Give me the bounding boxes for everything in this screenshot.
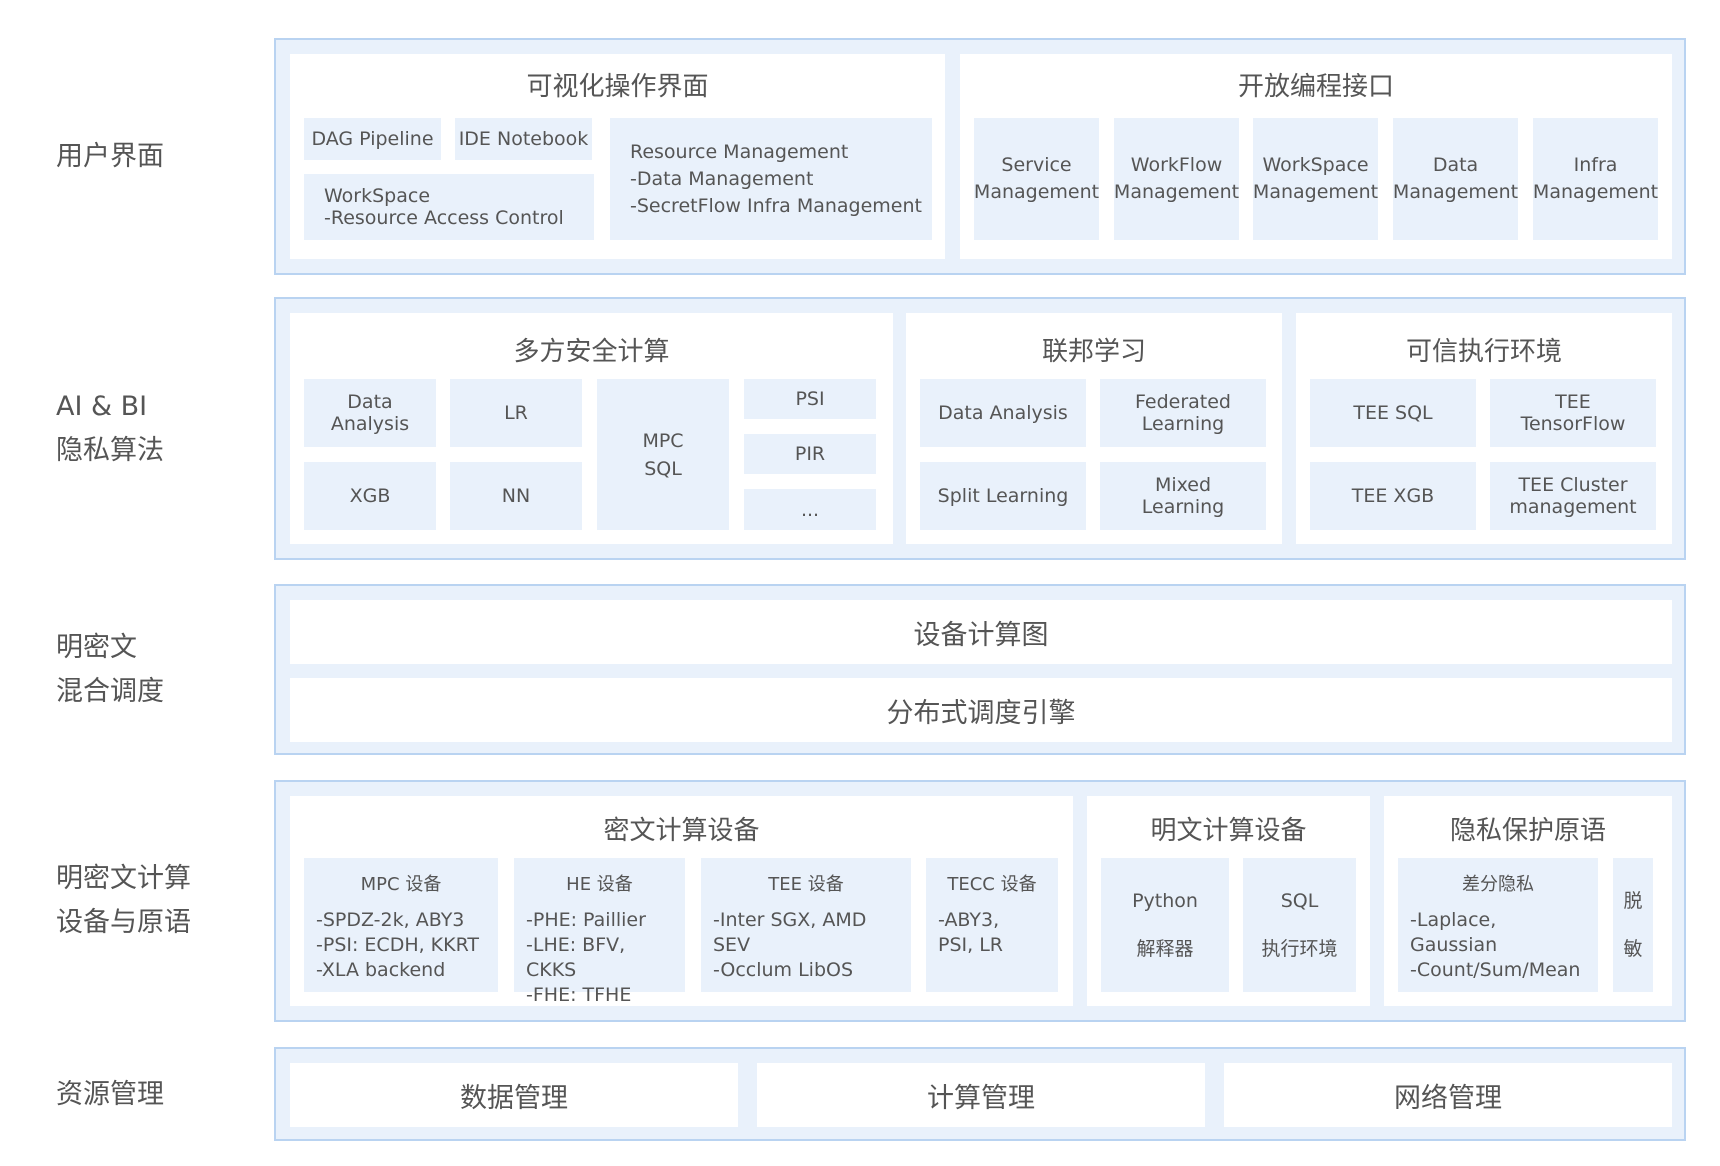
box-split-learning: Split Learning [920, 462, 1086, 530]
box-tee-sql: TEE SQL [1310, 379, 1476, 447]
box-resource-management: Resource Management -Data Management -Se… [610, 118, 932, 240]
box-compute-manage: 计算管理 [757, 1063, 1205, 1127]
device-lines: -PHE: Paillier -LHE: BFV, CKKS -FHE: TFH… [526, 909, 646, 1006]
band-devices: 密文计算设备 MPC 设备 -SPDZ-2k, ABY3 -PSI: ECDH,… [274, 780, 1686, 1022]
panel-title: 明文计算设备 [1150, 816, 1307, 846]
panel-visual-ui: 可视化操作界面 DAG Pipeline IDE Notebook WorkSp… [290, 54, 945, 259]
box-mpc-device: MPC 设备 -SPDZ-2k, ABY3 -PSI: ECDH, KKRT -… [304, 858, 498, 992]
panel-title: 可视化操作界面 [526, 72, 709, 102]
box-workflow-management: WorkFlow Management [1114, 118, 1239, 240]
device-title: HE 设备 [566, 874, 633, 895]
device-title: MPC 设备 [360, 874, 442, 895]
panel-plain-devices: 明文计算设备 Python 解释器 SQL 执行环境 [1087, 796, 1370, 1006]
device-title: 差分隐私 [1462, 874, 1534, 895]
box-data-manage: 数据管理 [290, 1063, 738, 1127]
band-resource: 数据管理 计算管理 网络管理 [274, 1047, 1686, 1141]
device-title: TEE 设备 [768, 874, 844, 895]
box-scheduling-engine: 分布式调度引擎 [290, 678, 1672, 742]
panel-title: 开放编程接口 [1237, 72, 1394, 102]
box-tee-device: TEE 设备 -Inter SGX, AMD SEV -Occlum LibOS [701, 858, 911, 992]
row-label-devices: 明密文计算 设备与原语 [56, 863, 191, 938]
panel-privacy-primitives: 隐私保护原语 差分隐私 -Laplace, Gaussian -Count/Su… [1384, 796, 1672, 1006]
box-fl-data-analysis: Data Analysis [920, 379, 1086, 447]
box-workspace-management: WorkSpace Management [1253, 118, 1378, 240]
panel-title: 联邦学习 [1041, 337, 1146, 367]
device-title: TECC 设备 [947, 874, 1037, 895]
band-scheduling: 设备计算图 分布式调度引擎 [274, 584, 1686, 755]
panel-federated-learning: 联邦学习 Data Analysis Federated Learning Sp… [906, 313, 1282, 544]
row-label-ai-bi: AI & BI 隐私算法 [56, 391, 164, 466]
box-tecc-device: TECC 设备 -ABY3, PSI, LR [926, 858, 1058, 992]
band-algorithms: 多方安全计算 Data Analysis LR XGB NN MPC SQL P… [274, 297, 1686, 560]
box-desensitization: 脱 敏 [1613, 858, 1653, 992]
box-workspace: WorkSpace -Resource Access Control [304, 174, 594, 240]
box-nn: NN [450, 462, 582, 530]
box-psi: PSI [744, 379, 876, 419]
panel-title: 密文计算设备 [603, 816, 760, 846]
box-ide-notebook: IDE Notebook [455, 118, 592, 160]
box-data-analysis: Data Analysis [304, 379, 436, 447]
box-python: Python 解释器 [1101, 858, 1229, 992]
box-dag-pipeline: DAG Pipeline [304, 118, 441, 160]
panel-title: 多方安全计算 [513, 337, 670, 367]
box-infra-management: Infra Management [1533, 118, 1658, 240]
device-lines: -Laplace, Gaussian -Count/Sum/Mean [1410, 909, 1581, 981]
box-mpc-sql: MPC SQL [597, 379, 729, 530]
box-tee-cluster: TEE Cluster management [1490, 462, 1656, 530]
row-label-scheduling: 明密文 混合调度 [56, 632, 164, 707]
box-more: ... [744, 489, 876, 530]
panel-title: 可信执行环境 [1405, 337, 1562, 367]
row-label-resource: 资源管理 [56, 1079, 164, 1110]
panel-mpc: 多方安全计算 Data Analysis LR XGB NN MPC SQL P… [290, 313, 893, 544]
box-he-device: HE 设备 -PHE: Paillier -LHE: BFV, CKKS -FH… [514, 858, 685, 1006]
box-service-management: Service Management [974, 118, 1099, 240]
box-differential-privacy: 差分隐私 -Laplace, Gaussian -Count/Sum/Mean [1398, 858, 1598, 992]
box-mixed-learning: Mixed Learning [1100, 462, 1266, 530]
box-tee-xgb: TEE XGB [1310, 462, 1476, 530]
box-sql-env: SQL 执行环境 [1243, 858, 1356, 992]
panel-open-api: 开放编程接口 Service Management WorkFlow Manag… [960, 54, 1672, 259]
device-lines: -ABY3, PSI, LR [938, 909, 1003, 956]
box-network-manage: 网络管理 [1224, 1063, 1672, 1127]
box-xgb: XGB [304, 462, 436, 530]
box-pir: PIR [744, 434, 876, 474]
box-data-management: Data Management [1393, 118, 1518, 240]
band-user-interface: 可视化操作界面 DAG Pipeline IDE Notebook WorkSp… [274, 38, 1686, 275]
panel-tee: 可信执行环境 TEE SQL TEE TensorFlow TEE XGB TE… [1296, 313, 1672, 544]
row-label-user-interface: 用户界面 [56, 141, 164, 172]
device-lines: -SPDZ-2k, ABY3 -PSI: ECDH, KKRT -XLA bac… [316, 909, 480, 981]
box-lr: LR [450, 379, 582, 447]
box-tee-tensorflow: TEE TensorFlow [1490, 379, 1656, 447]
panel-title: 隐私保护原语 [1449, 816, 1606, 846]
box-device-graph: 设备计算图 [290, 600, 1672, 664]
panel-cipher-devices: 密文计算设备 MPC 设备 -SPDZ-2k, ABY3 -PSI: ECDH,… [290, 796, 1073, 1006]
box-federated-learning: Federated Learning [1100, 379, 1266, 447]
device-lines: -Inter SGX, AMD SEV -Occlum LibOS [713, 909, 867, 981]
